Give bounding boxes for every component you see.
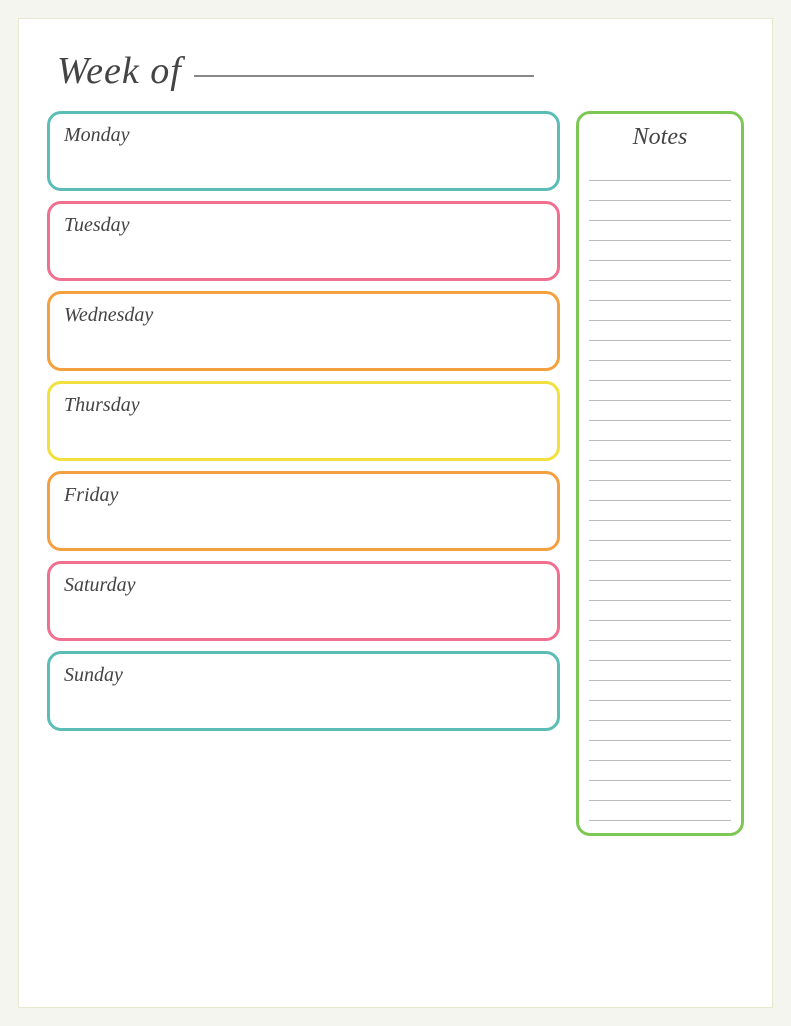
note-line — [589, 721, 731, 741]
note-line — [589, 761, 731, 781]
note-line — [589, 181, 731, 201]
saturday-box[interactable]: Saturday — [47, 561, 560, 641]
note-line — [589, 441, 731, 461]
note-line — [589, 741, 731, 761]
tuesday-box[interactable]: Tuesday — [47, 201, 560, 281]
note-line — [589, 381, 731, 401]
weekly-planner-page: Week of Monday Tuesday Wednesday Thursda… — [18, 18, 773, 1008]
note-line — [589, 581, 731, 601]
note-line — [589, 781, 731, 801]
friday-box[interactable]: Friday — [47, 471, 560, 551]
note-line — [589, 521, 731, 541]
note-line — [589, 541, 731, 561]
note-line — [589, 401, 731, 421]
sunday-box[interactable]: Sunday — [47, 651, 560, 731]
note-line — [589, 421, 731, 441]
wednesday-box[interactable]: Wednesday — [47, 291, 560, 371]
note-line — [589, 281, 731, 301]
thursday-label: Thursday — [64, 394, 543, 417]
notes-title: Notes — [633, 124, 688, 151]
week-of-label: Week of — [57, 50, 182, 92]
note-line — [589, 221, 731, 241]
note-line — [589, 701, 731, 721]
monday-box[interactable]: Monday — [47, 111, 560, 191]
saturday-label: Saturday — [64, 574, 543, 597]
note-line — [589, 601, 731, 621]
tuesday-label: Tuesday — [64, 214, 543, 237]
note-line — [589, 661, 731, 681]
notes-column[interactable]: Notes — [576, 111, 744, 836]
header: Week of — [47, 49, 744, 93]
note-line — [589, 681, 731, 701]
note-line — [589, 621, 731, 641]
note-line — [589, 161, 731, 181]
main-layout: Monday Tuesday Wednesday Thursday Friday… — [47, 111, 744, 836]
note-line — [589, 261, 731, 281]
notes-lines — [589, 161, 731, 821]
days-column: Monday Tuesday Wednesday Thursday Friday… — [47, 111, 560, 731]
wednesday-label: Wednesday — [64, 304, 543, 327]
monday-label: Monday — [64, 124, 543, 147]
note-line — [589, 641, 731, 661]
note-line — [589, 241, 731, 261]
note-line — [589, 201, 731, 221]
week-of-line — [194, 75, 534, 77]
note-line — [589, 801, 731, 821]
note-line — [589, 561, 731, 581]
sunday-label: Sunday — [64, 664, 543, 687]
note-line — [589, 341, 731, 361]
friday-label: Friday — [64, 484, 543, 507]
note-line — [589, 501, 731, 521]
note-line — [589, 461, 731, 481]
note-line — [589, 301, 731, 321]
thursday-box[interactable]: Thursday — [47, 381, 560, 461]
note-line — [589, 361, 731, 381]
note-line — [589, 481, 731, 501]
note-line — [589, 321, 731, 341]
